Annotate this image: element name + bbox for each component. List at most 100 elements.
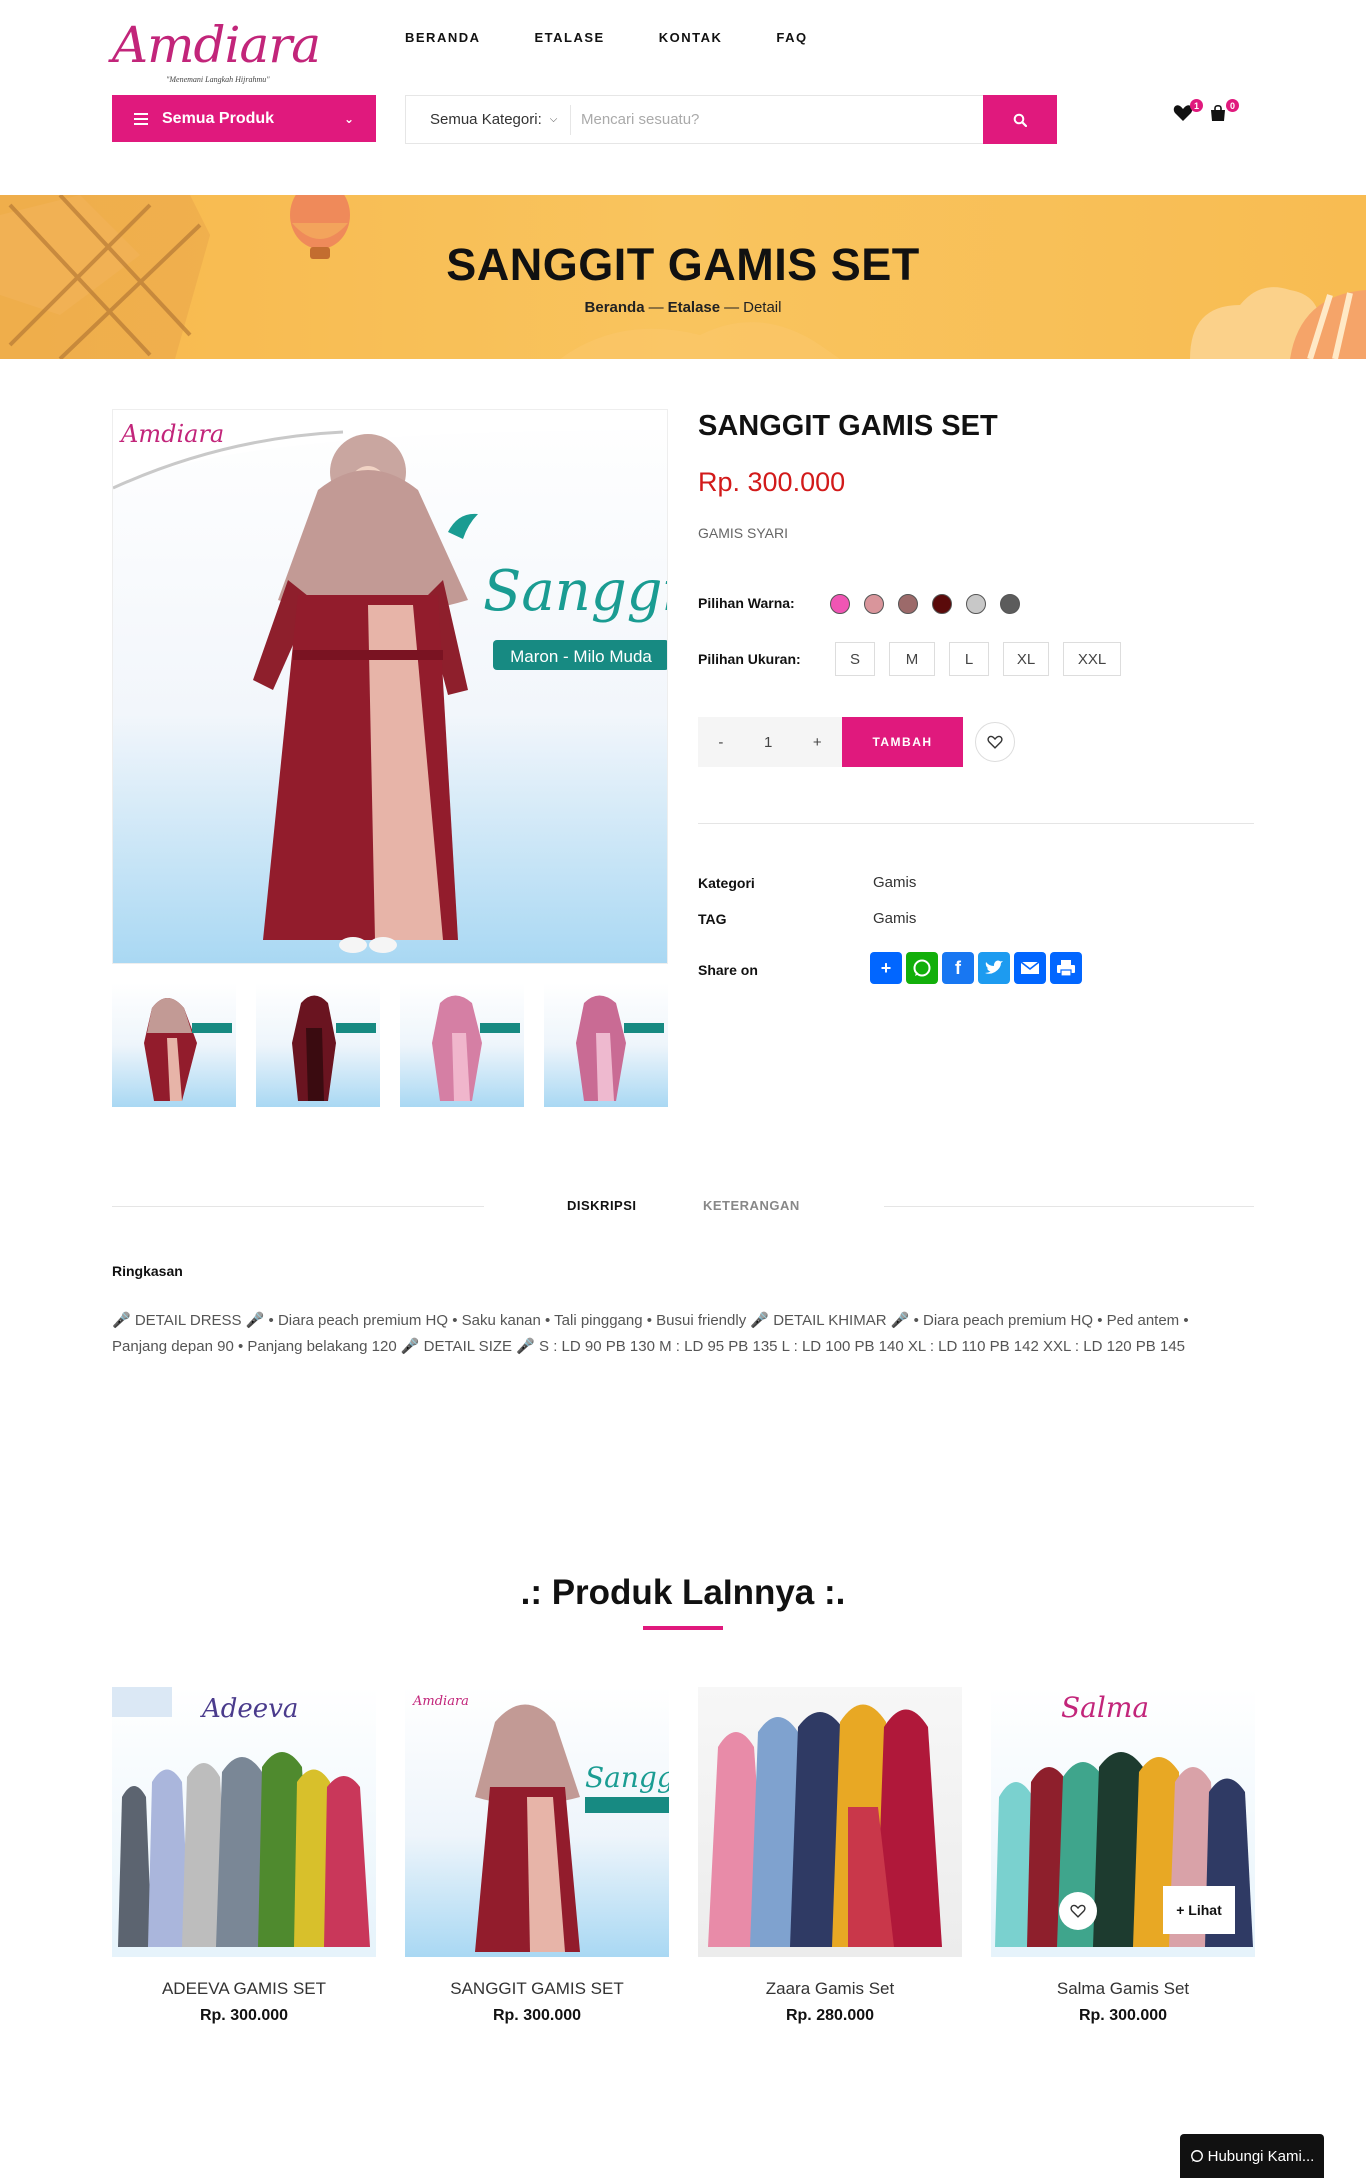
category-select-value: Semua Kategori:	[430, 111, 542, 128]
page-banner: SANGGIT GAMIS SET Beranda — Etalase — Detail	[0, 195, 1366, 359]
tab-diskripsi[interactable]: DISKRIPSI	[567, 1198, 637, 1213]
product-card-image[interactable]: Adeeva	[112, 1687, 376, 1957]
thumbnail-photo	[292, 995, 376, 1101]
color-swatch[interactable]	[898, 594, 918, 614]
wishlist-count: 1	[1190, 99, 1203, 112]
quantity-stepper: - 1 +	[698, 717, 842, 767]
product-card[interactable]: Zaara Gamis Set Rp. 280.000	[698, 1687, 962, 2025]
whatsapp-label: Hubungi Kami...	[1207, 2147, 1315, 2165]
nav-item-kontak[interactable]: KONTAK	[659, 30, 723, 45]
page-title: SANGGIT GAMIS SET	[446, 239, 920, 290]
share-buttons: + f	[870, 952, 1082, 984]
search-input[interactable]	[571, 96, 983, 143]
wishlist-button[interactable]: 1	[1173, 99, 1203, 126]
search-icon	[1013, 113, 1027, 127]
breadcrumb-etalase[interactable]: Etalase	[668, 299, 721, 316]
product-card-photo: Adeeva	[112, 1687, 370, 1947]
summary-heading: Ringkasan	[112, 1263, 183, 1279]
brand-logo[interactable]: Amdiara "Menemani Langkah Hijrahmu"	[112, 12, 324, 84]
thumbnail-2[interactable]	[256, 983, 380, 1107]
menu-icon	[134, 110, 148, 128]
product-photo: Amdiara Sanggit Maron - Milo Muda	[113, 410, 668, 953]
color-swatch[interactable]	[1000, 594, 1020, 614]
svg-text:Amdiara: Amdiara	[412, 1694, 469, 1709]
product-card-name[interactable]: Salma Gamis Set	[991, 1979, 1255, 1999]
brand-name: Amdiara	[112, 16, 321, 74]
thumbnail-1[interactable]	[112, 983, 236, 1107]
add-to-cart-button[interactable]: TAMBAH	[842, 717, 963, 767]
size-option-xxl[interactable]: XXL	[1063, 642, 1121, 676]
nav-item-faq[interactable]: FAQ	[776, 30, 807, 45]
product-card-photo	[708, 1704, 942, 1947]
svg-text:Sanggit: Sanggit	[585, 1761, 669, 1794]
print-icon[interactable]	[1050, 952, 1082, 984]
color-swatch[interactable]	[966, 594, 986, 614]
color-swatch[interactable]	[830, 594, 850, 614]
thumbnail-photo	[144, 998, 232, 1101]
product-card[interactable]: Amdiara Sanggit SANGGIT GAMIS SET Rp. 30…	[405, 1687, 669, 2025]
view-product-button[interactable]: + Lihat	[1163, 1886, 1235, 1934]
product-main-image[interactable]: Amdiara Sanggit Maron - Milo Muda	[112, 409, 668, 964]
size-option-s[interactable]: S	[835, 642, 875, 676]
product-card-photo: Amdiara Sanggit	[412, 1694, 669, 1952]
product-card[interactable]: Salma + Lihat Salma Gamis Set Rp. 300.00…	[991, 1687, 1255, 2025]
title-underline	[643, 1626, 723, 1630]
whatsapp-contact-button[interactable]: Hubungi Kami...	[1180, 2134, 1324, 2178]
cart-button[interactable]: 0	[1209, 99, 1239, 126]
facebook-icon[interactable]: f	[942, 952, 974, 984]
thumbnail-3[interactable]	[400, 983, 524, 1107]
meta-kategori-value[interactable]: Gamis	[873, 874, 916, 891]
thumbnail-4[interactable]	[544, 983, 668, 1107]
breadcrumb-beranda[interactable]: Beranda	[585, 299, 645, 316]
product-card-image[interactable]	[698, 1687, 962, 1957]
nav-item-beranda[interactable]: BERANDA	[405, 30, 481, 45]
meta-tag-value[interactable]: Gamis	[873, 910, 916, 927]
brand-tagline: "Menemani Langkah Hijrahmu"	[166, 75, 270, 84]
product-card-name[interactable]: ADEEVA GAMIS SET	[112, 1979, 376, 1999]
main-nav: BERANDA ETALASE KONTAK FAQ	[405, 30, 808, 45]
size-option-l[interactable]: L	[949, 642, 989, 676]
divider	[698, 823, 1254, 824]
qty-value[interactable]: 1	[764, 734, 772, 751]
addtoany-icon[interactable]: +	[870, 952, 902, 984]
qty-decrease-button[interactable]: -	[718, 734, 723, 751]
meta-tag-label: TAG	[698, 911, 727, 927]
nav-item-etalase[interactable]: ETALASE	[535, 30, 605, 45]
category-select[interactable]: Semua Kategori: ⌵	[406, 104, 571, 135]
product-card-wishlist-button[interactable]	[1059, 1892, 1097, 1930]
product-card-name[interactable]: Zaara Gamis Set	[698, 1979, 962, 1999]
product-card-image[interactable]: Salma + Lihat	[991, 1687, 1255, 1957]
size-option-m[interactable]: M	[889, 642, 935, 676]
whatsapp-icon[interactable]	[906, 952, 938, 984]
product-card-price: Rp. 280.000	[785, 2007, 875, 2024]
email-icon[interactable]	[1014, 952, 1046, 984]
all-products-button[interactable]: Semua Produk ⌄	[112, 95, 376, 142]
product-category-tag: GAMIS SYARI	[698, 525, 788, 541]
size-option-xl[interactable]: XL	[1003, 642, 1049, 676]
breadcrumb-current: Detail	[743, 299, 782, 316]
qty-increase-button[interactable]: +	[813, 734, 822, 751]
share-label: Share on	[698, 962, 758, 978]
svg-text:Salma: Salma	[1061, 1691, 1149, 1724]
cart-count: 0	[1226, 99, 1239, 112]
product-card-name[interactable]: SANGGIT GAMIS SET	[405, 1979, 669, 1999]
heart-outline-icon	[1070, 1904, 1086, 1918]
color-swatch[interactable]	[932, 594, 952, 614]
search-button[interactable]	[983, 95, 1057, 144]
add-to-wishlist-button[interactable]	[975, 722, 1015, 762]
thumbnail-photo	[576, 995, 664, 1101]
product-title: SANGGIT GAMIS SET	[698, 410, 998, 442]
product-card-image[interactable]: Amdiara Sanggit	[405, 1687, 669, 1957]
tab-keterangan[interactable]: KETERANGAN	[703, 1198, 800, 1213]
chevron-down-icon: ⌵	[549, 114, 558, 125]
product-price: Rp. 300.000	[698, 467, 846, 497]
product-card[interactable]: Adeeva ADEEVA GAMIS SET Rp. 300.000	[112, 1687, 376, 2025]
heart-outline-icon	[987, 735, 1003, 749]
breadcrumb: Beranda — Etalase — Detail	[584, 299, 782, 316]
product-card-price: Rp. 300.000	[1078, 2007, 1168, 2024]
svg-text:Sanggit: Sanggit	[483, 559, 668, 624]
color-swatch[interactable]	[864, 594, 884, 614]
twitter-icon[interactable]	[978, 952, 1010, 984]
svg-text:Maron - Milo Muda: Maron - Milo Muda	[510, 647, 652, 666]
search-bar: Semua Kategori: ⌵	[405, 95, 1057, 144]
